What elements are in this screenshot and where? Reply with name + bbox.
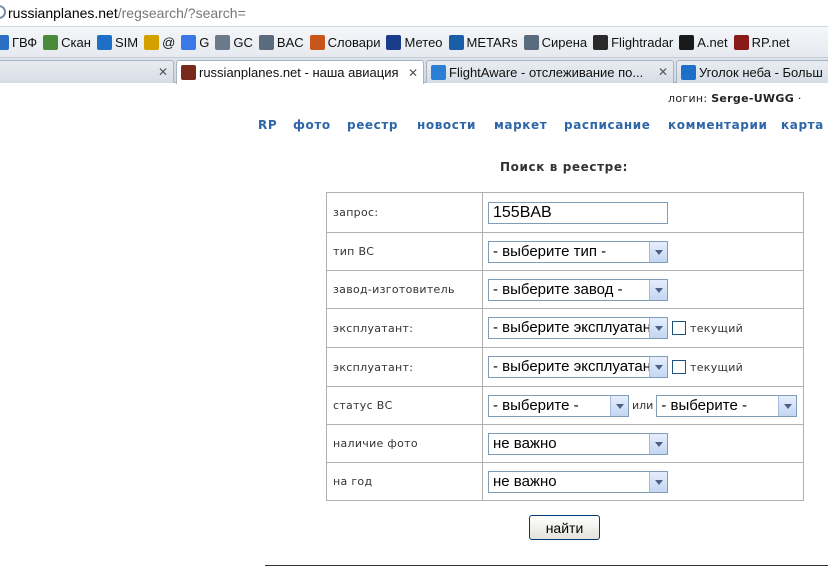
bookmark-item[interactable]: Сирена <box>523 27 587 57</box>
plane-sim-icon <box>96 34 112 50</box>
row-query: запрос: 155BAB <box>326 192 804 233</box>
url-text[interactable]: russianplanes.net/regsearch/?search= <box>8 5 246 21</box>
row-year: на год не важно <box>326 462 804 501</box>
photo-select[interactable]: не важно <box>488 432 668 455</box>
bookmark-item[interactable]: @ <box>144 27 175 57</box>
row-status: статус ВС - выберите - или - выберите - <box>326 386 804 425</box>
row-factory: завод-изготовитель - выберите завод - <box>326 270 804 309</box>
bookmark-item[interactable]: Flightradar <box>593 27 673 57</box>
nav-market[interactable]: маркет <box>494 118 547 132</box>
mail-icon <box>144 34 160 50</box>
close-tab-icon[interactable]: ✕ <box>656 65 670 79</box>
nav-photo[interactable]: фото <box>293 118 331 132</box>
tab-flightaware[interactable]: FlightAware - отслеживание по... ✕ <box>426 60 674 83</box>
bookmark-item[interactable]: A.net <box>679 27 728 57</box>
bookmark-item[interactable]: SIM <box>96 27 138 57</box>
bookmark-item[interactable]: GC <box>215 27 253 57</box>
bookmark-item[interactable]: Скан <box>43 27 91 57</box>
tab-previous[interactable]: ✕ <box>0 60 174 83</box>
site-icon <box>0 5 6 19</box>
row-operator-1: эксплуатант: - выберите эксплуатант - тек… <box>326 308 804 348</box>
globe-icon <box>593 34 609 50</box>
bookmark-item[interactable]: Метео <box>386 27 443 57</box>
chevron-down-icon[interactable] <box>649 279 667 300</box>
plane-icon <box>523 34 539 50</box>
nav-registry[interactable]: реестр <box>347 118 398 132</box>
nav-news[interactable]: новости <box>417 118 476 132</box>
scan-icon <box>43 34 59 50</box>
noaa-icon <box>448 34 464 50</box>
username-link[interactable]: Serge-UWGG <box>711 92 794 105</box>
row-operator-2: эксплуатант: - выберите эксплуатант - тек… <box>326 347 804 387</box>
chevron-down-icon[interactable] <box>649 433 667 454</box>
nav-comments[interactable]: комментарии <box>668 118 768 132</box>
tab-strip: ✕ russianplanes.net - наша авиация ✕ Fli… <box>0 58 828 84</box>
type-select[interactable]: - выберите тип - <box>488 240 668 263</box>
plane-icon <box>258 34 274 50</box>
rp-favicon-icon <box>181 65 196 80</box>
bookmark-item[interactable]: RP.net <box>733 27 790 57</box>
nav-schedule[interactable]: расписание <box>564 118 651 132</box>
gvf-icon <box>0 34 9 50</box>
row-type: тип ВС - выберите тип - <box>326 232 804 271</box>
bookmark-item[interactable]: METARs <box>448 27 518 57</box>
chevron-down-icon[interactable] <box>649 471 667 492</box>
row-photo: наличие фото не важно <box>326 424 804 463</box>
bookmark-item[interactable]: ГВФ <box>0 27 37 57</box>
chevron-down-icon[interactable] <box>649 357 667 377</box>
factory-select[interactable]: - выберите завод - <box>488 278 668 301</box>
status-select-1[interactable]: - выберите - <box>488 394 629 417</box>
anet-icon <box>679 34 695 50</box>
flightaware-favicon-icon <box>431 64 446 80</box>
search-title: Поиск в реестре: <box>500 160 628 174</box>
bookmark-item[interactable]: G <box>181 27 209 57</box>
rp-icon <box>733 34 749 50</box>
tab-russianplanes[interactable]: russianplanes.net - наша авиация ✕ <box>176 60 424 84</box>
chevron-down-icon[interactable] <box>649 318 667 338</box>
bars-icon <box>309 34 325 50</box>
registry-search-form: запрос: 155BAB тип ВС - выберите тип - з… <box>326 192 804 501</box>
chevron-down-icon[interactable] <box>649 241 667 262</box>
close-tab-icon[interactable]: ✕ <box>406 66 420 80</box>
tab-ugolok-neba[interactable]: Уголок неба - Больш <box>676 60 828 83</box>
year-select[interactable]: не важно <box>488 470 668 493</box>
close-tab-icon[interactable]: ✕ <box>156 65 170 79</box>
bookmark-item[interactable]: BAC <box>258 27 304 57</box>
chevron-down-icon[interactable] <box>778 395 797 416</box>
query-input[interactable]: 155BAB <box>488 201 668 224</box>
gc-icon <box>215 34 231 50</box>
bookmark-item[interactable]: Словари <box>309 27 380 57</box>
google-icon <box>181 34 197 50</box>
divider <box>265 565 828 566</box>
login-info: логин: Serge-UWGG · <box>668 92 802 105</box>
chevron-down-icon[interactable] <box>610 395 628 416</box>
address-bar[interactable]: russianplanes.net/regsearch/?search= <box>0 0 828 27</box>
operator-select-2[interactable]: - выберите эксплуатант - <box>488 356 668 378</box>
current-operator-checkbox-1[interactable] <box>672 321 686 335</box>
nav-rp[interactable]: RP <box>258 118 277 132</box>
plane-favicon-icon <box>681 64 696 80</box>
search-button[interactable]: найти <box>529 515 600 540</box>
status-select-2[interactable]: - выберите - <box>656 394 798 417</box>
operator-select-1[interactable]: - выберите эксплуатант - <box>488 317 668 339</box>
bookmarks-bar: ГВФ Скан SIM @ G GC BAC Словари Метео METARs Сирен… <box>0 27 828 58</box>
nav-map[interactable]: карта <box>781 118 824 132</box>
current-operator-checkbox-2[interactable] <box>672 360 686 374</box>
meteo-icon <box>386 34 402 50</box>
